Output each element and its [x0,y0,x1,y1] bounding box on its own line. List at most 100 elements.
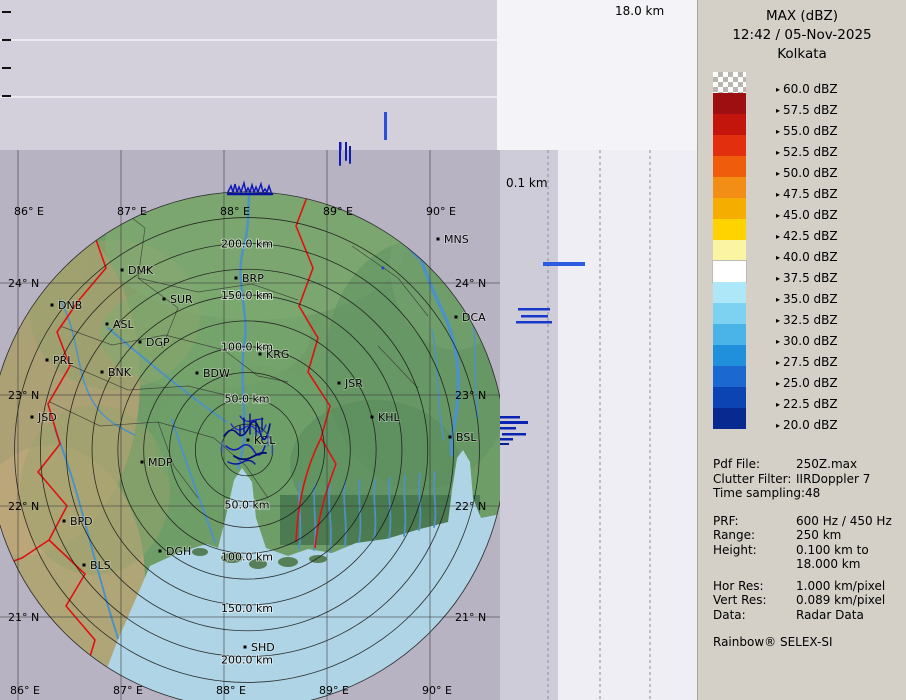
legend-color-swatch [713,366,746,387]
city-label: JSR [344,377,363,390]
info-row: PRF:600 Hz / 450 Hz [713,514,903,529]
legend-arrow-icon: ▸ [776,377,780,391]
legend-arrow-icon: ▸ [776,83,780,97]
legend-color-swatch [713,408,746,429]
info-row: 18.000 km [713,557,903,572]
city-dot [63,520,66,523]
city-label: BRP [242,272,264,285]
side-projection-canvas [500,150,697,700]
legend-arrow-icon: ▸ [776,419,780,433]
longitude-label-top: 88° E [220,205,250,218]
range-ring-label: 150.0 km [221,289,273,302]
legend-label: ▸35.0 dBZ [776,292,838,306]
legend-label: ▸55.0 dBZ [776,124,838,138]
legend-label: ▸20.0 dBZ [776,418,838,432]
legend-label: ▸32.5 dBZ [776,313,838,327]
side-height-projection-panel: 0.1 km [500,150,697,700]
legend-arrow-icon: ▸ [776,356,780,370]
legend-arrow-icon: ▸ [776,293,780,307]
legend-label: ▸45.0 dBZ [776,208,838,222]
city-label: MNS [444,233,469,246]
legend-arrow-icon: ▸ [776,125,780,139]
latitude-label-left: 22° N [8,500,39,513]
city-dot [31,416,34,419]
latitude-label-left: 21° N [8,611,39,624]
legend-label: ▸50.0 dBZ [776,166,838,180]
range-ring-label: 200.0 km [221,237,273,250]
legend-color-swatch [713,261,746,282]
legend-color-swatch [713,345,746,366]
city-label: JSD [37,411,57,424]
legend-label: ▸42.5 dBZ [776,229,838,243]
info-row: Data:Radar Data [713,608,903,623]
legend-label: ▸40.0 dBZ [776,250,838,264]
top-axis-max-height-label: 18.0 km [615,4,664,18]
legend-arrow-icon: ▸ [776,146,780,160]
info-row: Range:250 km [713,528,903,543]
city-dot [371,416,374,419]
city-label: BDW [203,367,230,380]
city-label: SHD [251,641,275,654]
city-label: BSL [456,431,477,444]
legend-label: ▸27.5 dBZ [776,355,838,369]
radar-map-canvas[interactable]: 86° E86° E87° E87° E88° E88° E89° E89° E… [0,150,500,700]
range-ring-label: 150.0 km [221,602,273,615]
info-row: Vert Res:0.089 km/pixel [713,593,903,608]
longitude-label-bottom: 89° E [319,684,349,697]
city-dot [101,371,104,374]
top-right-corner-area: 18.0 km [497,0,697,150]
legend-color-swatch [713,324,746,345]
legend-label: ▸60.0 dBZ [776,82,838,96]
legend-label: ▸57.5 dBZ [776,103,838,117]
legend-arrow-icon: ▸ [776,104,780,118]
longitude-label-bottom: 86° E [10,684,40,697]
legend-arrow-icon: ▸ [776,314,780,328]
legend-color-swatch [713,282,746,303]
city-label: ASL [113,318,135,331]
station-name: Kolkata [698,45,906,64]
city-dot [163,298,166,301]
legend-arrow-icon: ▸ [776,167,780,181]
legend-color-swatch [713,303,746,324]
city-dot [235,277,238,280]
legend-color-swatch [713,93,746,114]
city-dot [455,316,458,319]
latitude-label-right: 24° N [455,277,486,290]
radar-map-area[interactable]: 86° E86° E87° E87° E88° E88° E89° E89° E… [0,150,500,700]
legend-color-swatch [713,156,746,177]
city-label: DCA [462,311,486,324]
city-label: MDP [148,456,173,469]
latitude-label-right: 22° N [455,500,486,513]
city-label: KOL [254,434,276,447]
city-dot [244,646,247,649]
legend-arrow-icon: ▸ [776,272,780,286]
info-row: Time sampling:48 [713,486,903,501]
legend-color-swatch [713,198,746,219]
legend-arrow-icon: ▸ [776,209,780,223]
info-row: Rainbow® SELEX-SI [713,635,903,650]
longitude-label-top: 90° E [426,205,456,218]
longitude-label-top: 89° E [323,205,353,218]
legend-color-swatch [713,240,746,261]
range-ring-label: 200.0 km [221,654,273,667]
legend-color-swatch [713,135,746,156]
info-row: Hor Res:1.000 km/pixel [713,579,903,594]
city-label: BLS [90,559,111,572]
legend-label: ▸22.5 dBZ [776,397,838,411]
info-panel: Pdf File:250Z.maxClutter Filter:IIRDoppl… [713,457,903,650]
legend-arrow-icon: ▸ [776,251,780,265]
city-dot [139,341,142,344]
legend-color-swatch [713,114,746,135]
longitude-label-bottom: 88° E [216,684,246,697]
city-label: BPD [70,515,93,528]
legend: ▸60.0 dBZ▸57.5 dBZ▸55.0 dBZ▸52.5 dBZ▸50.… [698,72,906,432]
legend-arrow-icon: ▸ [776,230,780,244]
city-dot [196,372,199,375]
city-label: DGP [146,336,170,349]
legend-label: ▸30.0 dBZ [776,334,838,348]
city-dot [247,439,250,442]
city-label: PRL [53,354,74,367]
latitude-label-right: 23° N [455,389,486,402]
top-projection-canvas [0,0,497,150]
side-axis-min-height-label: 0.1 km [506,176,548,190]
